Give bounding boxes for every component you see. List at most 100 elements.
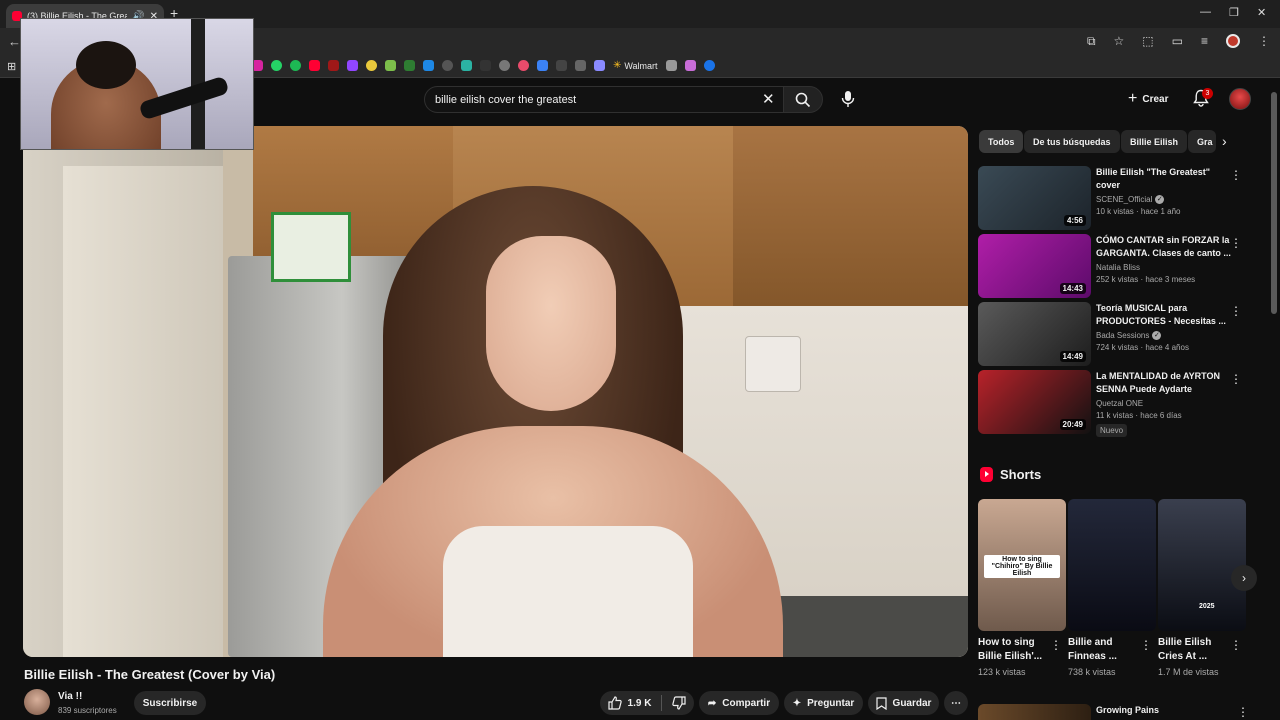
related-video[interactable]: 14:43 CÓMO CANTAR sin FORZAR la GARGANTA… <box>978 234 1248 298</box>
bookmark-youtube-icon[interactable] <box>309 60 320 71</box>
bookmark-site-icon[interactable] <box>499 60 510 71</box>
bookmark-site-icon[interactable] <box>518 60 529 71</box>
bookmark-whatsapp-icon[interactable] <box>271 60 282 71</box>
bookmark-spotify-icon[interactable] <box>290 60 301 71</box>
save-button[interactable]: Guardar <box>868 691 939 715</box>
related-channel[interactable]: Quetzal ONE <box>1096 399 1143 408</box>
more-horizontal-icon: ⋯ <box>951 697 961 709</box>
bookmark-twitch-icon[interactable] <box>347 60 358 71</box>
video-thumbnail[interactable]: 4:56 <box>978 166 1091 230</box>
related-meta: 724 k vistas · hace 4 años <box>1096 343 1189 352</box>
bookmark-star-icon[interactable]: ☆ <box>1114 34 1125 49</box>
search-input[interactable]: billie eilish cover the greatest <box>424 86 784 113</box>
more-vertical-icon[interactable]: ⋮ <box>1230 638 1242 652</box>
shorts-heading-label: Shorts <box>1000 467 1042 482</box>
bookmark-site-icon[interactable] <box>385 60 396 71</box>
like-count[interactable]: 1.9 K <box>628 698 652 709</box>
media-control-icon[interactable]: ≡ <box>1201 34 1208 49</box>
more-vertical-icon[interactable]: ⋮ <box>1237 705 1249 719</box>
bookmark-site-icon[interactable] <box>556 60 567 71</box>
bookmark-site-icon[interactable] <box>480 60 491 71</box>
short-thumbnail[interactable] <box>1068 499 1156 631</box>
short-title[interactable]: Billie and Finneas ... <box>1068 636 1140 664</box>
more-vertical-icon[interactable]: ⋮ <box>1140 638 1152 652</box>
short-views: 1.7 M de vistas <box>1158 667 1219 677</box>
more-vertical-icon[interactable]: ⋮ <box>1050 638 1062 652</box>
install-app-icon[interactable]: ⧉ <box>1087 34 1096 49</box>
share-button[interactable]: ➦ Compartir <box>699 691 779 715</box>
bookmark-site-icon[interactable] <box>537 60 548 71</box>
thumbs-down-icon[interactable] <box>672 696 687 710</box>
related-channel-row: SCENE_Official ✓ <box>1096 195 1231 204</box>
channel-avatar[interactable] <box>24 689 50 715</box>
chevron-right-icon[interactable]: › <box>1222 133 1227 149</box>
chip-from-searches[interactable]: De tus búsquedas <box>1024 130 1120 153</box>
search-button[interactable] <box>783 86 823 113</box>
extensions-icon[interactable]: ⬚ <box>1142 34 1153 49</box>
bookmark-netflix-icon[interactable] <box>328 60 339 71</box>
related-video[interactable]: 14:49 Teoría MUSICAL para PRODUCTORES - … <box>978 302 1248 366</box>
video-frame-light-switch <box>745 336 801 392</box>
bookmark-site-icon[interactable] <box>703 60 715 71</box>
related-title[interactable]: Billie Eilish "The Greatest" cover <box>1096 166 1231 192</box>
cast-icon[interactable]: ▭ <box>1172 34 1183 49</box>
video-thumbnail[interactable]: 14:49 <box>978 302 1091 366</box>
video-thumbnail[interactable]: 20:49 <box>978 370 1091 434</box>
omnibox[interactable] <box>256 32 1066 52</box>
more-actions-button[interactable]: ⋯ <box>944 691 968 715</box>
related-video[interactable]: 20:49 La MENTALIDAD de AYRTON SENNA Pued… <box>978 370 1248 437</box>
shorts-next-button[interactable]: › <box>1231 565 1257 591</box>
short-item[interactable]: How to sing "Chihiro" By Billie Eilish H… <box>978 499 1066 677</box>
short-title[interactable]: How to sing Billie Eilish'... <box>978 636 1050 664</box>
subscribe-button[interactable]: Suscribirse <box>134 691 206 715</box>
create-button[interactable]: + Crear <box>1128 90 1168 108</box>
bookmark-site-icon[interactable] <box>594 60 605 71</box>
short-thumbnail[interactable]: How to sing "Chihiro" By Billie Eilish <box>978 499 1066 631</box>
video-thumbnail[interactable] <box>978 704 1091 720</box>
webcam-overlay <box>20 18 254 150</box>
page-scrollbar[interactable] <box>1271 92 1277 314</box>
bookmark-site-icon[interactable] <box>423 60 434 71</box>
thumbs-up-icon[interactable] <box>607 696 622 710</box>
more-vertical-icon[interactable]: ⋮ <box>1230 304 1242 318</box>
ask-button[interactable]: ✦ Preguntar <box>784 691 863 715</box>
chip-all[interactable]: Todos <box>979 130 1024 153</box>
related-channel[interactable]: SCENE_Official <box>1096 195 1152 204</box>
related-title[interactable]: Teoría MUSICAL para PRODUCTORES - Necesi… <box>1096 302 1231 328</box>
restore-icon[interactable]: ❐ <box>1229 6 1239 19</box>
more-vertical-icon[interactable]: ⋮ <box>1230 236 1242 250</box>
close-window-icon[interactable]: ✕ <box>1257 6 1266 19</box>
short-title[interactable]: Billie Eilish Cries At ... <box>1158 636 1230 664</box>
related-channel[interactable]: Natalia Bliss <box>1096 263 1140 272</box>
chip-partial[interactable]: Gra <box>1188 130 1216 153</box>
short-thumbnail[interactable]: 2025 <box>1158 499 1246 631</box>
related-title[interactable]: CÓMO CANTAR sin FORZAR la GARGANTA. Clas… <box>1096 234 1231 260</box>
short-item[interactable]: 2025 Billie Eilish Cries At ... 1.7 M de… <box>1158 499 1246 677</box>
channel-name[interactable]: Via !! <box>58 691 82 702</box>
bookmark-walmart[interactable]: ✳ Walmart <box>613 60 658 71</box>
bookmark-site-icon[interactable] <box>404 60 415 71</box>
browser-menu-icon[interactable]: ⋮ <box>1258 34 1270 49</box>
related-title[interactable]: La MENTALIDAD de AYRTON SENNA Puede Ayda… <box>1096 370 1231 396</box>
more-vertical-icon[interactable]: ⋮ <box>1230 372 1242 386</box>
bookmark-site-icon[interactable] <box>461 60 472 71</box>
bookmark-site-icon[interactable] <box>442 60 453 71</box>
account-avatar[interactable] <box>1229 88 1251 110</box>
clear-search-icon[interactable]: ✕ <box>762 90 775 108</box>
related-video[interactable]: 4:56 Billie Eilish "The Greatest" cover … <box>978 166 1248 230</box>
apps-grid-icon[interactable]: ⊞ <box>7 60 16 73</box>
minimize-icon[interactable]: — <box>1200 6 1211 18</box>
bookmark-site-icon[interactable] <box>366 60 377 71</box>
short-item[interactable]: Billie and Finneas ... 738 k vistas ⋮ <box>1068 499 1156 677</box>
bookmark-site-icon[interactable] <box>575 60 586 71</box>
related-title[interactable]: Growing Pains <box>1096 705 1159 715</box>
bookmark-site-icon[interactable] <box>684 60 696 71</box>
more-vertical-icon[interactable]: ⋮ <box>1230 168 1242 182</box>
related-channel[interactable]: Bada Sessions <box>1096 331 1149 340</box>
bookmark-site-icon[interactable] <box>665 60 677 71</box>
video-player[interactable] <box>23 126 968 657</box>
browser-profile-icon[interactable] <box>1226 34 1240 48</box>
chip-billie-eilish[interactable]: Billie Eilish <box>1121 130 1188 153</box>
voice-search-button[interactable] <box>838 89 858 109</box>
video-thumbnail[interactable]: 14:43 <box>978 234 1091 298</box>
